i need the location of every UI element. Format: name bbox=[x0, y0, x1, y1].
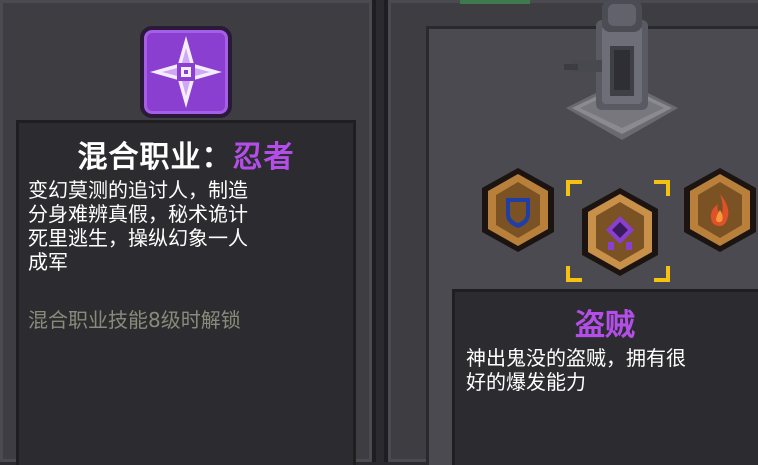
class-badge-fire[interactable] bbox=[680, 166, 758, 254]
hybrid-class-title: 混合职业：忍者 bbox=[16, 132, 356, 176]
class-description-line: 好的爆发能力 bbox=[466, 370, 586, 394]
top-strip bbox=[460, 0, 530, 4]
unlock-requirement-text: 混合职业技能8级时解锁 bbox=[28, 308, 241, 332]
description-line: 变幻莫测的追讨人，制造 bbox=[28, 178, 248, 202]
class-description-line: 神出鬼没的盗贼，拥有很 bbox=[466, 346, 686, 370]
class-badge-shield[interactable] bbox=[478, 166, 558, 254]
description-line: 死里逃生，操纵幻象一人 bbox=[28, 226, 248, 250]
description-line: 分身难辨真假，秘术诡计 bbox=[28, 202, 248, 226]
stone-statue-icon bbox=[558, 0, 686, 148]
title-class-name: 忍者 bbox=[232, 140, 295, 175]
selected-badge-frame bbox=[566, 180, 670, 282]
hybrid-class-description: 变幻莫测的追讨人，制造 分身难辨真假，秘术诡计 死里逃生，操纵幻象一人 成军 bbox=[28, 178, 334, 274]
class-description: 神出鬼没的盗贼，拥有很 好的爆发能力 bbox=[466, 346, 758, 394]
class-name: 盗贼 bbox=[575, 308, 635, 343]
ninja-shuriken-icon bbox=[140, 26, 232, 118]
title-prefix: 混合职业： bbox=[77, 140, 233, 175]
description-line: 成军 bbox=[28, 250, 68, 274]
